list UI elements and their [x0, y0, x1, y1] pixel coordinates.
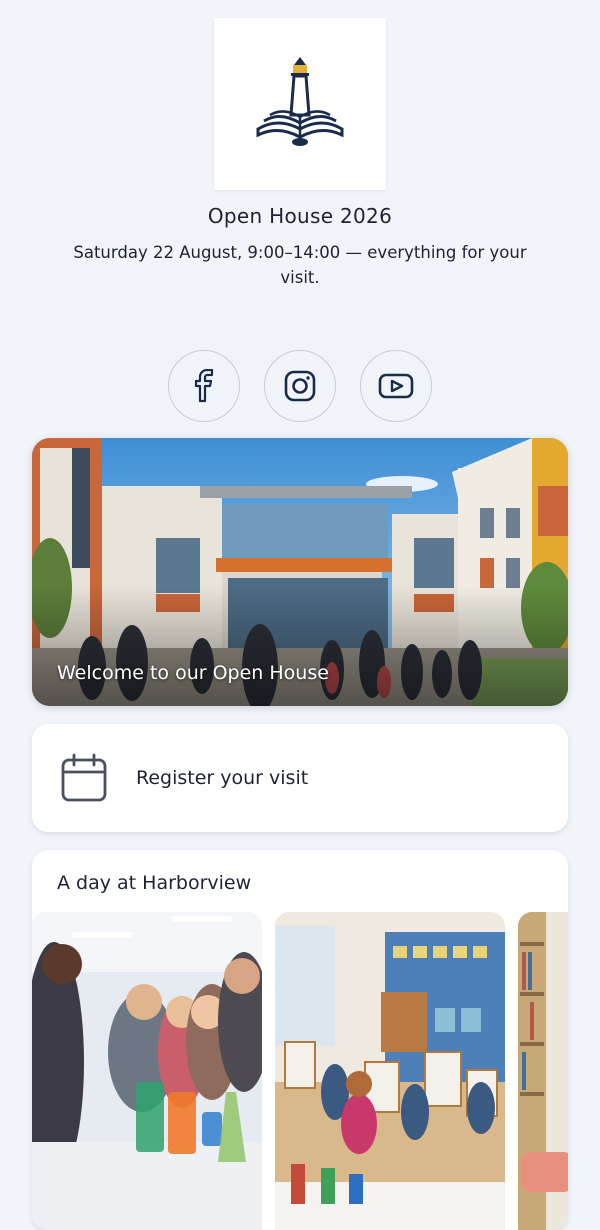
instagram-icon — [284, 370, 316, 402]
social-links — [0, 350, 600, 422]
register-label: Register your visit — [136, 767, 309, 789]
gallery-title: A day at Harborview — [57, 872, 252, 894]
calendar-icon — [61, 753, 107, 802]
hero-image-card[interactable]: Welcome to our Open House — [32, 438, 568, 706]
hero-caption: Welcome to our Open House — [57, 662, 329, 684]
youtube-icon — [378, 373, 414, 399]
art-class-photo[interactable] — [275, 912, 505, 1230]
gallery-carousel[interactable] — [32, 912, 568, 1230]
science-lab-photo[interactable] — [32, 912, 262, 1230]
lighthouse-book-logo-icon — [256, 57, 344, 146]
facebook-button[interactable] — [168, 350, 240, 422]
gallery-section: A day at Harborview — [32, 850, 568, 1230]
register-visit-button[interactable]: Register your visit — [32, 724, 568, 832]
school-logo — [214, 18, 386, 190]
event-subtitle: Saturday 22 August, 9:00–14:00 — everyth… — [73, 243, 527, 287]
instagram-button[interactable] — [264, 350, 336, 422]
library-photo[interactable] — [518, 912, 568, 1230]
facebook-icon — [194, 369, 214, 403]
youtube-button[interactable] — [360, 350, 432, 422]
page-title: Open House 2026 — [207, 204, 393, 228]
